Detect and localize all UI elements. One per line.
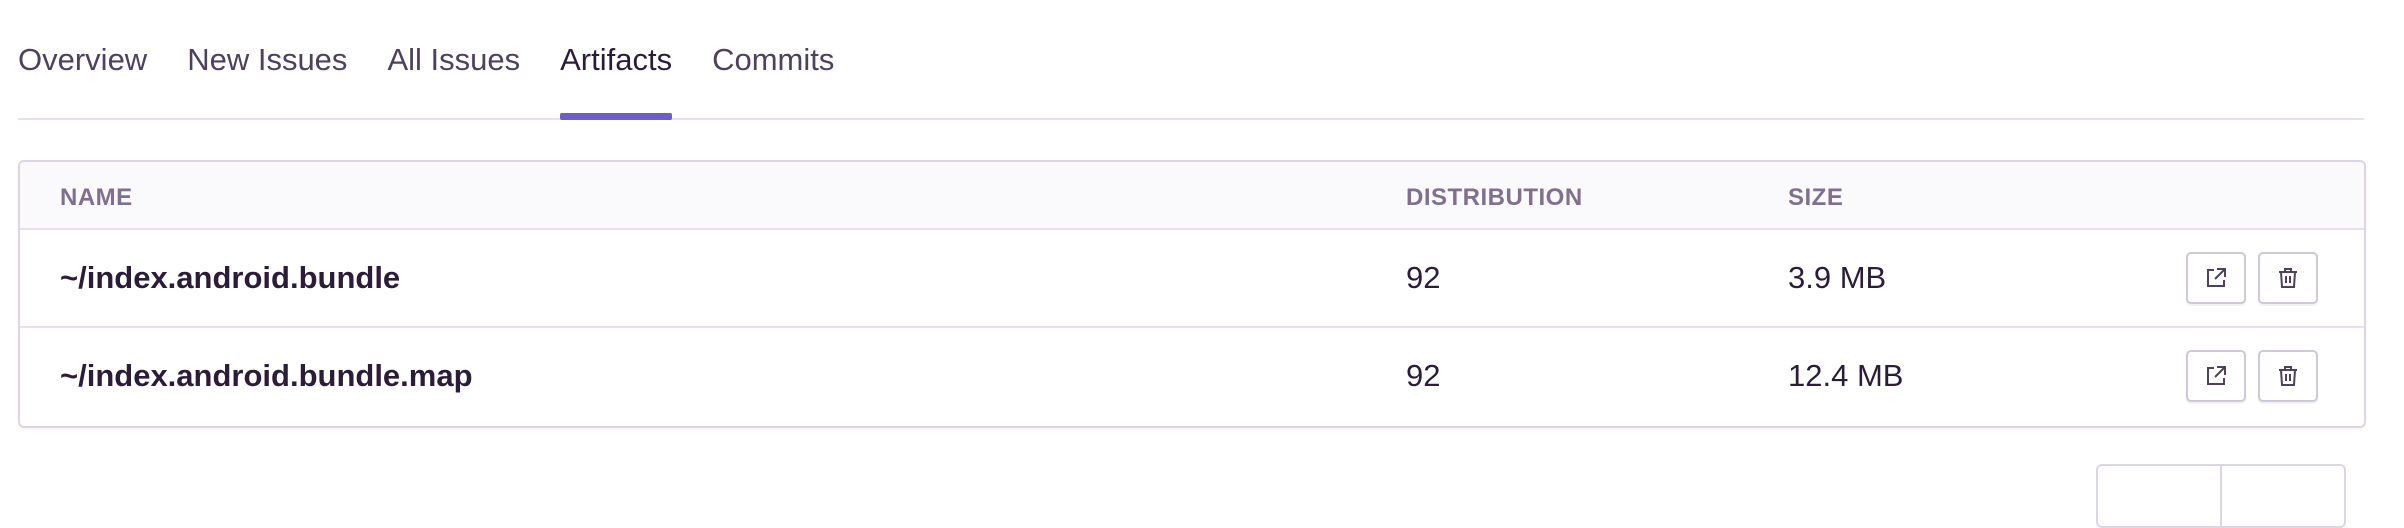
artifact-distribution: 92 [1406,260,1441,295]
pagination [2096,464,2346,528]
header-name: NAME [60,184,133,211]
artifact-size: 3.9 MB [1788,260,1887,295]
tab-new-issues[interactable]: New Issues [187,0,347,118]
previous-page-button[interactable] [2098,466,2222,526]
open-artifact-button[interactable] [2186,350,2246,402]
tab-overview[interactable]: Overview [18,0,147,118]
open-artifact-button[interactable] [2186,252,2246,304]
external-link-icon [2207,366,2226,385]
tab-all-issues[interactable]: All Issues [387,0,520,118]
delete-artifact-button[interactable] [2258,350,2318,402]
delete-artifact-button[interactable] [2258,252,2318,304]
table-row: ~/index.android.bundle 92 3.9 MB [20,230,2364,328]
header-distribution: DISTRIBUTION [1406,184,1583,211]
header-size: SIZE [1788,184,1844,211]
trash-icon [2279,268,2297,288]
tab-commits[interactable]: Commits [712,0,834,118]
next-page-button[interactable] [2222,466,2344,526]
tab-artifacts[interactable]: Artifacts [560,0,672,120]
table-row: ~/index.android.bundle.map 92 12.4 MB [20,328,2364,424]
release-tabs: Overview New Issues All Issues Artifacts… [18,0,2364,120]
artifact-size: 12.4 MB [1788,358,1904,393]
artifact-name: ~/index.android.bundle.map [60,358,473,393]
table-header: NAME DISTRIBUTION SIZE [20,162,2364,230]
artifact-distribution: 92 [1406,358,1441,393]
artifacts-table: NAME DISTRIBUTION SIZE ~/index.android.b… [18,160,2366,428]
artifact-name: ~/index.android.bundle [60,260,401,295]
trash-icon [2279,366,2297,386]
external-link-icon [2207,268,2226,287]
